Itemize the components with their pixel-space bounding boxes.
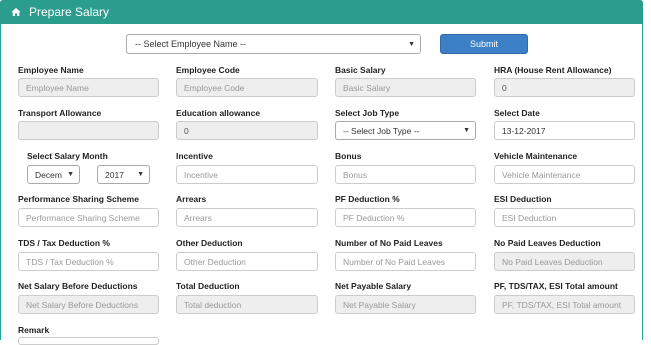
remark-input[interactable] bbox=[18, 337, 159, 345]
total-deduction-field[interactable]: Total deduction bbox=[176, 295, 318, 314]
pf-tds-esi-total-label: PF, TDS/TAX, ESI Total amount bbox=[494, 281, 618, 291]
other-deduction-input[interactable]: Other Deduction bbox=[176, 252, 318, 271]
incentive-input[interactable]: Incentive bbox=[176, 165, 318, 184]
vehicle-maintenance-input[interactable]: Vehicle Maintenance bbox=[494, 165, 635, 184]
remark-label: Remark bbox=[18, 325, 50, 335]
performance-sharing-input[interactable]: Performance Sharing Scheme bbox=[18, 208, 159, 227]
basic-salary-field[interactable]: Basic Salary bbox=[335, 78, 476, 97]
net-payable-field[interactable]: Net Payable Salary bbox=[335, 295, 476, 314]
no-paid-leaves-label: Number of No Paid Leaves bbox=[335, 238, 443, 248]
tds-deduction-input[interactable]: TDS / Tax Deduction % bbox=[18, 252, 159, 271]
no-paid-leaves-deduction-field[interactable]: No Paid Leaves Deduction bbox=[494, 252, 635, 271]
net-payable-label: Net Payable Salary bbox=[335, 281, 412, 291]
select-date-label: Select Date bbox=[494, 108, 540, 118]
job-type-label: Select Job Type bbox=[335, 108, 400, 118]
transport-allowance-field[interactable] bbox=[18, 121, 159, 140]
select-date-field[interactable]: 13-12-2017 bbox=[494, 121, 635, 140]
net-salary-before-label: Net Salary Before Deductions bbox=[18, 281, 138, 291]
chevron-down-icon: ▼ bbox=[67, 171, 74, 178]
pf-deduction-label: PF Deduction % bbox=[335, 194, 400, 204]
education-allowance-field[interactable]: 0 bbox=[176, 121, 318, 140]
salary-month-select[interactable]: Decem ▼ bbox=[27, 165, 80, 184]
arrears-label: Arrears bbox=[176, 194, 207, 204]
hra-label: HRA (House Rent Allowance) bbox=[494, 65, 612, 75]
performance-sharing-label: Performance Sharing Scheme bbox=[18, 194, 139, 204]
job-type-select[interactable]: -- Select Job Type -- ▼ bbox=[335, 121, 476, 140]
pf-tds-esi-total-field[interactable]: PF, TDS/TAX, ESI Total amount bbox=[494, 295, 635, 314]
no-paid-leaves-deduction-label: No Paid Leaves Deduction bbox=[494, 238, 601, 248]
salary-year-value: 2017 bbox=[105, 169, 124, 180]
employee-name-select[interactable]: -- Select Employee Name -- ▼ bbox=[126, 34, 421, 54]
pf-deduction-input[interactable]: PF Deduction % bbox=[335, 208, 476, 227]
tds-deduction-label: TDS / Tax Deduction % bbox=[18, 238, 110, 248]
salary-year-select[interactable]: 2017 ▼ bbox=[97, 165, 150, 184]
other-deduction-label: Other Deduction bbox=[176, 238, 243, 248]
salary-month-value: Decem bbox=[35, 169, 62, 180]
submit-button[interactable]: Submit bbox=[440, 34, 528, 54]
bonus-label: Bonus bbox=[335, 151, 362, 161]
employee-select-value: -- Select Employee Name -- bbox=[135, 39, 247, 49]
education-allowance-label: Education allowance bbox=[176, 108, 261, 118]
chevron-down-icon: ▼ bbox=[137, 171, 144, 178]
bonus-input[interactable]: Bonus bbox=[335, 165, 476, 184]
chevron-down-icon: ▼ bbox=[463, 127, 470, 134]
esi-deduction-input[interactable]: ESI Deduction bbox=[494, 208, 635, 227]
esi-deduction-label: ESI Deduction bbox=[494, 194, 552, 204]
panel-header: Prepare Salary bbox=[0, 0, 643, 24]
total-deduction-label: Total Deduction bbox=[176, 281, 240, 291]
salary-month-label: Select Salary Month bbox=[27, 151, 108, 161]
net-salary-before-field[interactable]: Net Salary Before Deductions bbox=[18, 295, 159, 314]
no-paid-leaves-input[interactable]: Number of No Paid Leaves bbox=[335, 252, 476, 271]
employee-name-field[interactable]: Employee Name bbox=[18, 78, 159, 97]
employee-code-field[interactable]: Employee Code bbox=[176, 78, 318, 97]
panel-title: Prepare Salary bbox=[29, 5, 110, 19]
employee-code-label: Employee Code bbox=[176, 65, 240, 75]
vehicle-maintenance-label: Vehicle Maintenance bbox=[494, 151, 578, 161]
hra-field[interactable]: 0 bbox=[494, 78, 635, 97]
chevron-down-icon: ▼ bbox=[408, 41, 415, 48]
home-icon bbox=[9, 5, 23, 19]
incentive-label: Incentive bbox=[176, 151, 213, 161]
basic-salary-label: Basic Salary bbox=[335, 65, 386, 75]
employee-name-label: Employee Name bbox=[18, 65, 84, 75]
arrears-input[interactable]: Arrears bbox=[176, 208, 318, 227]
transport-allowance-label: Transport Allowance bbox=[18, 108, 102, 118]
job-type-value: -- Select Job Type -- bbox=[343, 125, 420, 136]
